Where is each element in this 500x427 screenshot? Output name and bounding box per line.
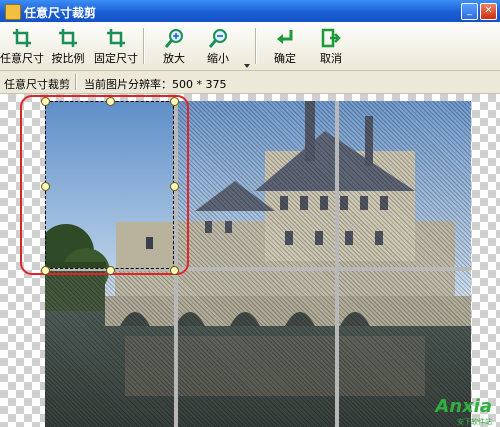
ok-label: 确定: [274, 52, 296, 65]
crop-handle-top[interactable]: [106, 97, 115, 106]
zoom-out-icon: [208, 29, 227, 48]
crop-handle-bottom-right[interactable]: [170, 266, 179, 275]
cancel-label: 取消: [320, 52, 342, 65]
crop-handle-top-left[interactable]: [41, 97, 50, 106]
info-separator: [75, 74, 77, 90]
crop-handle-bottom[interactable]: [106, 266, 115, 275]
close-button[interactable]: ✕: [480, 3, 497, 20]
zoom-out-label: 缩小: [207, 52, 229, 65]
toolbar-separator: [143, 28, 145, 64]
app-icon: [5, 4, 21, 20]
crop-handle-bottom-left[interactable]: [41, 266, 50, 275]
zoom-out-button[interactable]: 缩小: [193, 25, 243, 67]
fixed-crop-button[interactable]: 固定尺寸: [91, 25, 141, 67]
ratio-crop-label: 按比例: [51, 52, 85, 65]
free-crop-button[interactable]: 任意尺寸: [0, 25, 47, 67]
free-crop-label: 任意尺寸: [0, 52, 44, 65]
zoom-in-button[interactable]: 放大: [149, 25, 199, 67]
ratio-crop-button[interactable]: 按比例: [43, 25, 93, 67]
resolution-label: 当前图片分辨率：500 * 375: [84, 78, 227, 91]
crop-icon: [13, 29, 31, 47]
crop-handle-right[interactable]: [170, 182, 179, 191]
zoom-dropdown-arrow[interactable]: [244, 64, 250, 68]
toolbar-separator: [255, 28, 257, 64]
title-bar: 任意尺寸裁剪 _ ✕: [0, 0, 500, 22]
watermark-logo: Anxia: [435, 396, 492, 417]
zoom-in-label: 放大: [163, 52, 185, 65]
crop-mode-label: 任意尺寸裁剪: [4, 78, 70, 91]
guide-line-vertical: [335, 101, 339, 427]
watermark-subtext: 安下软件站: [457, 418, 492, 426]
crop-icon: [59, 29, 77, 47]
crop-canvas[interactable]: Anxia 安下软件站: [0, 94, 500, 427]
enter-arrow-icon: [277, 30, 293, 44]
crop-handle-left[interactable]: [41, 182, 50, 191]
crop-handle-top-right[interactable]: [170, 97, 179, 106]
window-title: 任意尺寸裁剪: [24, 6, 97, 20]
toolbar: 任意尺寸 按比例 固定尺寸 放大 缩小 确定 取消: [0, 22, 500, 71]
crop-icon: [107, 29, 125, 47]
exit-door-icon: [321, 28, 341, 48]
cancel-button[interactable]: 取消: [306, 25, 356, 67]
minimize-button[interactable]: _: [461, 3, 478, 20]
zoom-in-icon: [164, 29, 183, 48]
fixed-crop-label: 固定尺寸: [94, 52, 138, 65]
info-bar: 任意尺寸裁剪 当前图片分辨率：500 * 375: [0, 71, 500, 94]
ok-button[interactable]: 确定: [260, 25, 310, 67]
